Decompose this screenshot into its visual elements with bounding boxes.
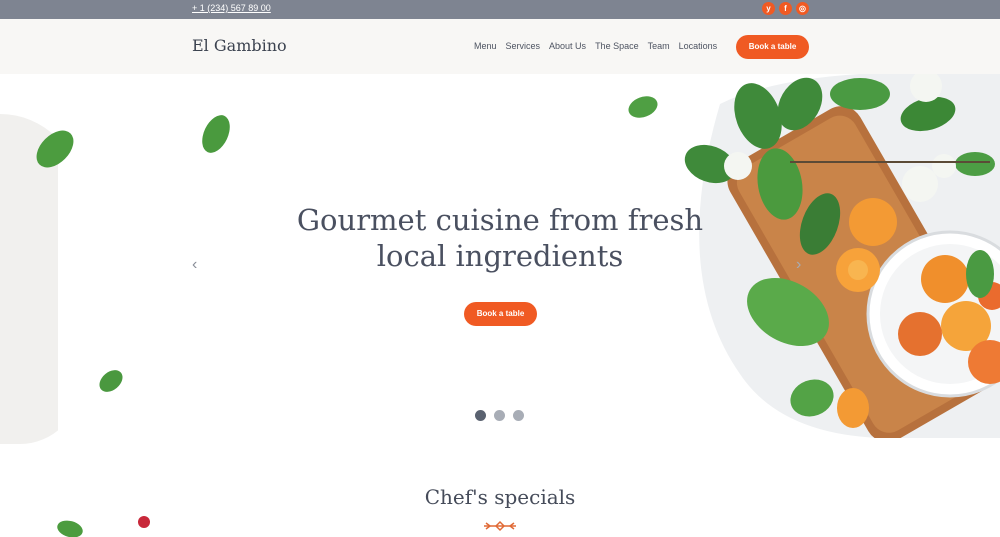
nav-team[interactable]: Team — [648, 41, 670, 51]
site-header: El Gambino Menu Services About Us The Sp… — [0, 19, 1000, 74]
section-title-chefs-specials: Chef's specials — [424, 485, 576, 509]
logo[interactable]: El Gambino — [192, 36, 287, 55]
leaf-decoration — [36, 130, 74, 168]
nav-services[interactable]: Services — [506, 41, 541, 51]
chevron-right-icon[interactable]: › — [796, 256, 801, 274]
leaf-decoration — [99, 370, 123, 392]
phone-link[interactable]: + 1 (234) 567 89 00 — [192, 3, 271, 13]
nav-locations[interactable]: Locations — [679, 41, 718, 51]
main-nav: Menu Services About Us The Space Team Lo… — [474, 41, 717, 51]
facebook-icon[interactable]: f — [779, 2, 792, 15]
slider-pagination — [475, 410, 524, 421]
nav-about-us[interactable]: About Us — [549, 41, 586, 51]
top-bar: + 1 (234) 567 89 00 y f ◎ — [0, 0, 1000, 19]
leaf-decoration — [57, 520, 83, 537]
leaf-decoration — [202, 115, 230, 153]
cherry-decoration — [138, 516, 150, 528]
hero-title-line-1: Gourmet cuisine from fresh — [296, 203, 704, 237]
hero-title: Gourmet cuisine from fresh local ingredi… — [270, 202, 730, 274]
twitter-icon[interactable]: y — [762, 2, 775, 15]
hero-title-line-2: local ingredients — [376, 239, 624, 273]
instagram-icon[interactable]: ◎ — [796, 2, 809, 15]
chevron-left-icon[interactable]: ‹ — [192, 256, 197, 274]
slider-dot-3[interactable] — [513, 410, 524, 421]
nav-the-space[interactable]: The Space — [595, 41, 639, 51]
divider-ornament-icon — [484, 520, 516, 532]
hero-slider: Gourmet cuisine from fresh local ingredi… — [0, 74, 1000, 450]
book-table-button-hero[interactable]: Book a table — [464, 302, 537, 326]
slider-dot-1[interactable] — [475, 410, 486, 421]
slider-dot-2[interactable] — [494, 410, 505, 421]
social-links: y f ◎ — [762, 2, 809, 15]
book-table-button-header[interactable]: Book a table — [736, 35, 809, 59]
leaf-decoration — [628, 96, 658, 118]
nav-menu[interactable]: Menu — [474, 41, 497, 51]
